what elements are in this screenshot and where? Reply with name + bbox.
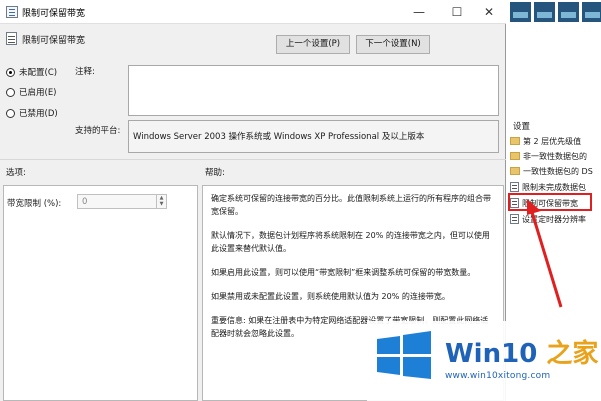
bandwidth-label: 带宽限制 (%): (7, 199, 62, 209)
maximize-button[interactable]: ☐ (440, 0, 474, 24)
desktop-thumbnail (558, 2, 579, 22)
next-setting-button[interactable]: 下一个设置(N) (356, 35, 430, 54)
bg-section-label: 设置 (513, 122, 531, 132)
windows-logo-icon (377, 331, 431, 379)
radio-icon (6, 87, 15, 97)
radio-enabled[interactable]: 已启用(E) (6, 85, 57, 99)
radio-not-configured[interactable]: 未配置(C) (6, 65, 57, 79)
policy-icon (510, 214, 519, 224)
comment-label: 注释: (75, 67, 95, 77)
policy-icon (6, 32, 17, 45)
radio-disabled[interactable]: 已禁用(D) (6, 106, 58, 120)
policy-name: 限制可保留带宽 (22, 36, 86, 46)
bg-list-item[interactable]: 一致性数据包的 DS (510, 164, 601, 178)
folder-icon (510, 167, 520, 175)
brand-name: Win10 之家 (445, 339, 599, 369)
bg-list-item[interactable]: 限制未完成数据包 (510, 180, 601, 194)
brand-url: www.win10xitong.com (445, 371, 551, 381)
options-heading: 选项: (6, 168, 26, 178)
comment-field[interactable] (128, 65, 499, 116)
help-paragraph: 确定系统可保留的连接带宽的百分比。此值限制系统上运行的所有程序的组合带宽保留。 (211, 194, 491, 216)
radio-icon (6, 108, 15, 118)
help-paragraph: 如果启用此设置，则可以使用“带宽限制”框来调整系统可保留的带宽数量。 (211, 268, 476, 277)
bg-list-item[interactable]: 非一致性数据包的 (510, 149, 601, 163)
folder-icon (510, 152, 520, 160)
radio-icon (6, 67, 15, 77)
folder-icon (510, 137, 520, 145)
desktop-thumbnail (582, 2, 601, 22)
policy-icon (510, 182, 519, 192)
window-title: 限制可保留带宽 (22, 9, 86, 19)
help-paragraph: 如果禁用或未配置此设置，则系统使用默认值为 20% 的连接带宽。 (211, 292, 450, 301)
desktop-thumbnail (534, 2, 555, 22)
policy-icon (6, 6, 18, 18)
options-panel (3, 185, 198, 401)
close-button[interactable]: ✕ (472, 0, 506, 24)
bandwidth-stepper[interactable]: 0 ▲ ▼ (77, 194, 167, 209)
supported-label: 支持的平台: (75, 126, 121, 136)
supported-platforms: Windows Server 2003 操作系统或 Windows XP Pro… (128, 120, 499, 153)
help-heading: 帮助: (205, 168, 225, 178)
title-bar: 限制可保留带宽 — ☐ ✕ (0, 0, 506, 24)
prev-setting-button[interactable]: 上一个设置(P) (276, 35, 350, 54)
red-arrow-icon (527, 199, 563, 308)
spinner-arrows-icon[interactable]: ▲ ▼ (156, 195, 166, 208)
bg-list-item[interactable]: 第 2 层优先级值 (510, 134, 601, 148)
divider (0, 159, 506, 160)
minimize-button[interactable]: — (402, 0, 436, 24)
desktop-thumbnail (510, 2, 531, 22)
watermark: Win10 之家 www.win10xitong.com (367, 321, 601, 401)
help-paragraph: 默认情况下，数据包计划程序将系统限制在 20% 的连接带宽之内，但可以使用此设置… (211, 231, 490, 253)
bandwidth-value: 0 (82, 197, 88, 207)
